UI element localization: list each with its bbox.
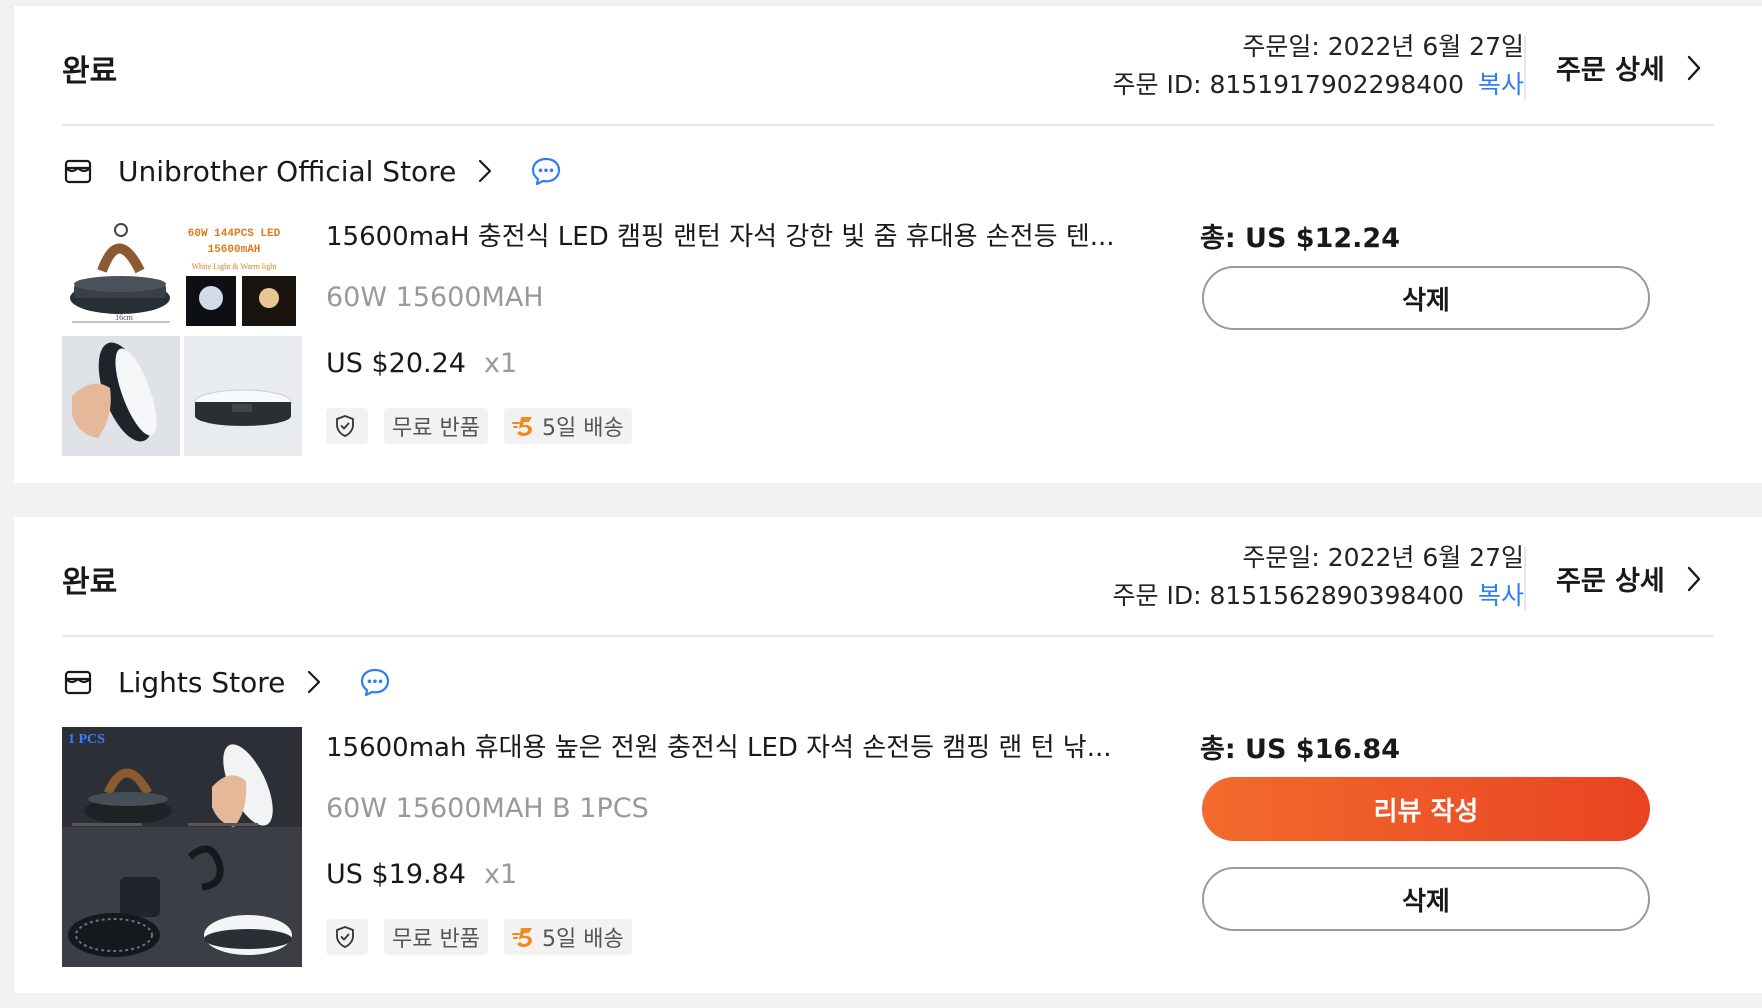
product-image: 1 PCS	[62, 727, 302, 967]
store-name[interactable]: Unibrother Official Store	[118, 155, 456, 188]
header-separator	[62, 635, 1714, 637]
header-divider	[1524, 547, 1526, 611]
shield-check-icon	[336, 926, 354, 948]
delivery-label: 5일 배송	[541, 416, 624, 441]
quantity: x1	[483, 348, 518, 379]
thumb-spec-1: 60W 144PCS LED	[188, 228, 281, 240]
order-status: 완료	[62, 565, 118, 600]
fast-delivery-icon	[511, 928, 532, 947]
protection-badge	[326, 408, 368, 444]
header-divider	[1524, 36, 1526, 100]
delivery-badge: 5일 배송	[503, 408, 632, 444]
order-total: 총: US $12.24	[1200, 223, 1400, 254]
badges: 무료 반품 5일 배송	[326, 919, 632, 955]
product-title[interactable]: 15600maH 충전식 LED 캠핑 랜턴 자석 강한 빛 줌 휴대용 손전등…	[326, 216, 1115, 253]
unit-price: US $19.84	[326, 859, 466, 890]
badges: 무료 반품 5일 배송	[326, 408, 632, 444]
price-line: US $19.84 x1	[326, 859, 517, 890]
protection-badge	[326, 919, 368, 955]
chevron-right-icon[interactable]	[307, 670, 321, 694]
order-id: 주문 ID: 8151917902298400	[1112, 70, 1464, 99]
product-thumbnail[interactable]: 1 PCS	[62, 727, 302, 967]
product-variant: 60W 15600MAH	[326, 282, 544, 313]
store-icon	[64, 159, 92, 184]
chevron-right-icon[interactable]	[478, 159, 492, 183]
store-name[interactable]: Lights Store	[118, 666, 285, 699]
free-return-label: 무료 반품	[392, 927, 480, 952]
order-id-row: 주문 ID: 8151917902298400 복사	[1113, 66, 1524, 104]
store-row: Unibrother Official Store	[62, 146, 562, 196]
order-detail-link[interactable]: 주문 상세	[1556, 48, 1701, 87]
chevron-right-icon	[1687, 55, 1700, 80]
free-return-badge: 무료 반품	[384, 919, 488, 955]
chevron-right-icon	[1687, 566, 1700, 591]
product-thumbnail[interactable]: 16cm 60W 144PCS LED 15600mAH White Light…	[62, 216, 302, 456]
copy-order-id-button[interactable]: 복사	[1478, 70, 1524, 99]
order-meta: 주문일: 2022년 6월 27일 주문 ID: 815156289039840…	[1113, 539, 1524, 615]
order-detail-label: 주문 상세	[1556, 55, 1665, 86]
delete-button[interactable]: 삭제	[1202, 266, 1650, 330]
order-total: 총: US $16.84	[1200, 734, 1400, 765]
order-date: 주문일: 2022년 6월 27일	[1242, 543, 1524, 572]
thumb-spec-3: White Light & Warm light	[192, 262, 278, 271]
order-date: 주문일: 2022년 6월 27일	[1242, 32, 1524, 61]
unit-price: US $20.24	[326, 348, 466, 379]
order-id-row: 주문 ID: 8151562890398400 복사	[1113, 577, 1524, 615]
thumb-size-label: 16cm	[115, 313, 134, 322]
delivery-label: 5일 배송	[541, 927, 624, 952]
chat-bubble-icon[interactable]	[359, 667, 391, 697]
store-row: Lights Store	[62, 657, 391, 707]
fast-delivery-icon	[511, 417, 532, 436]
thumb-pcs-label: 1 PCS	[68, 732, 105, 747]
order-card: 완료 주문일: 2022년 6월 27일 주문 ID: 815191790229…	[14, 6, 1762, 483]
price-line: US $20.24 x1	[326, 348, 517, 379]
shield-check-icon	[336, 415, 354, 437]
write-review-button[interactable]: 리뷰 작성	[1202, 777, 1650, 841]
product-variant: 60W 15600MAH B 1PCS	[326, 793, 649, 824]
quantity: x1	[483, 859, 518, 890]
delivery-badge: 5일 배송	[503, 919, 632, 955]
thumb-spec-2: 15600mAH	[208, 244, 261, 256]
store-icon	[64, 670, 92, 695]
product-image: 16cm 60W 144PCS LED 15600mAH White Light…	[62, 216, 302, 456]
delete-button[interactable]: 삭제	[1202, 867, 1650, 931]
chat-bubble-icon[interactable]	[530, 156, 562, 186]
free-return-label: 무료 반품	[392, 416, 480, 441]
order-detail-link[interactable]: 주문 상세	[1556, 559, 1701, 598]
header-separator	[62, 124, 1714, 126]
copy-order-id-button[interactable]: 복사	[1478, 581, 1524, 610]
order-status: 완료	[62, 54, 118, 89]
order-detail-label: 주문 상세	[1556, 566, 1665, 597]
order-id: 주문 ID: 8151562890398400	[1112, 581, 1464, 610]
product-title[interactable]: 15600mah 휴대용 높은 전원 충전식 LED 자석 손전등 캠핑 랜 턴…	[326, 727, 1112, 764]
order-meta: 주문일: 2022년 6월 27일 주문 ID: 815191790229840…	[1113, 28, 1524, 104]
order-card: 완료 주문일: 2022년 6월 27일 주문 ID: 815156289039…	[14, 517, 1762, 993]
free-return-badge: 무료 반품	[384, 408, 488, 444]
